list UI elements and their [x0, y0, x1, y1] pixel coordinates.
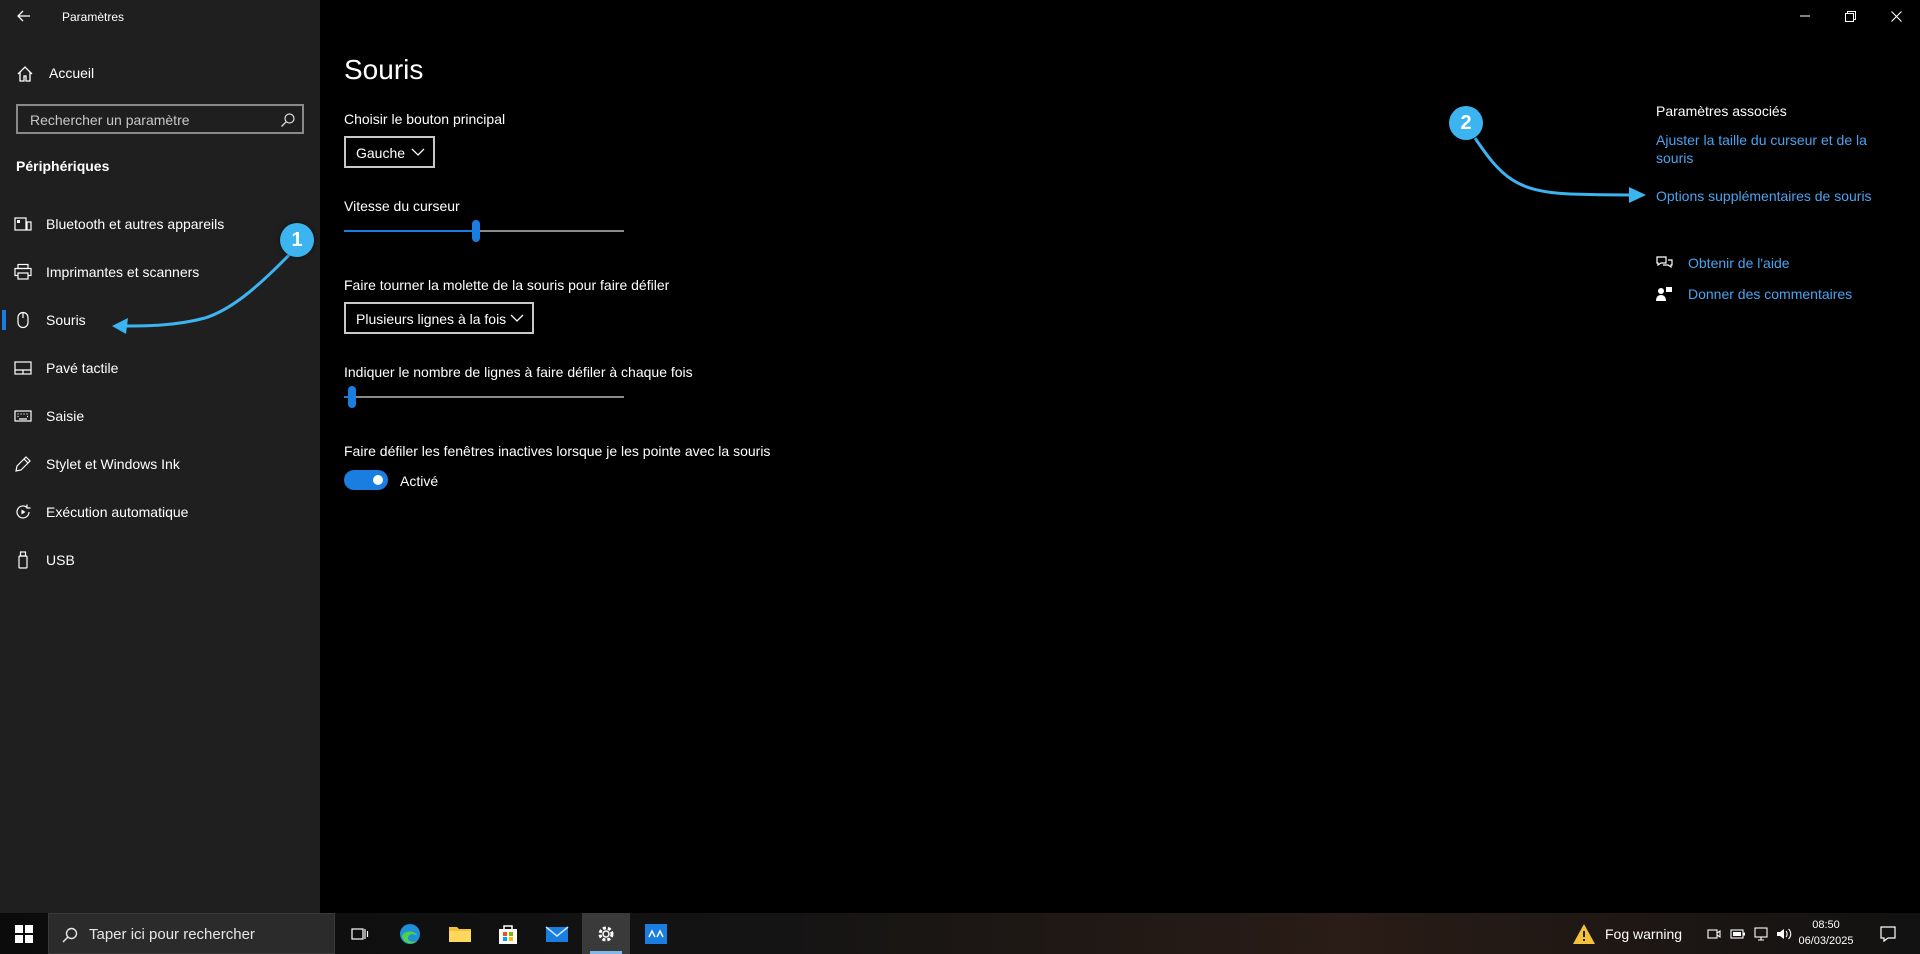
edge-button[interactable] — [386, 913, 434, 954]
file-explorer-button[interactable] — [436, 913, 484, 954]
network-icon[interactable] — [1754, 927, 1770, 941]
start-button[interactable] — [0, 913, 48, 954]
search-icon — [62, 927, 78, 943]
annotation-arrow-1 — [124, 252, 292, 328]
windows-logo-icon — [15, 924, 33, 943]
clock[interactable]: 08:50 06/03/2025 — [1790, 917, 1862, 949]
edge-icon — [400, 923, 420, 944]
clock-date: 06/03/2025 — [1798, 935, 1854, 947]
annotation-arrowhead-2 — [1629, 187, 1646, 203]
meet-now-icon[interactable] — [1707, 927, 1721, 941]
taskbar: Taper ici pour rechercher Fog warning 08… — [0, 913, 1920, 954]
folder-icon — [449, 926, 471, 942]
annotation-arrows — [112, 137, 1646, 334]
warning-icon — [1573, 924, 1595, 944]
settings-window: Paramètres Accueil Périphériques Bluetoo… — [0, 0, 1920, 913]
annotation-badge-2: 2 — [1449, 106, 1483, 140]
annotation-badge-1: 1 — [280, 223, 314, 257]
task-view-button[interactable] — [336, 913, 384, 954]
taskbar-search[interactable]: Taper ici pour rechercher — [48, 913, 335, 954]
clock-time: 08:50 — [1812, 919, 1840, 931]
store-button[interactable] — [484, 913, 532, 954]
app-taskbar-button[interactable] — [632, 913, 680, 954]
annotation-arrow-2 — [1473, 137, 1631, 197]
notification-icon[interactable] — [1879, 925, 1897, 943]
annotation-arrowhead-1 — [112, 318, 128, 334]
store-icon — [499, 924, 517, 944]
battery-icon[interactable] — [1730, 928, 1746, 940]
settings-taskbar-button[interactable] — [582, 913, 630, 954]
task-view-icon — [351, 927, 369, 940]
mail-button[interactable] — [533, 913, 581, 954]
app-icon — [645, 923, 667, 944]
gear-icon — [598, 926, 614, 941]
taskbar-search-text: Taper ici pour rechercher — [89, 926, 255, 943]
mail-icon — [545, 925, 569, 942]
weather-text[interactable]: Fog warning — [1605, 926, 1682, 942]
